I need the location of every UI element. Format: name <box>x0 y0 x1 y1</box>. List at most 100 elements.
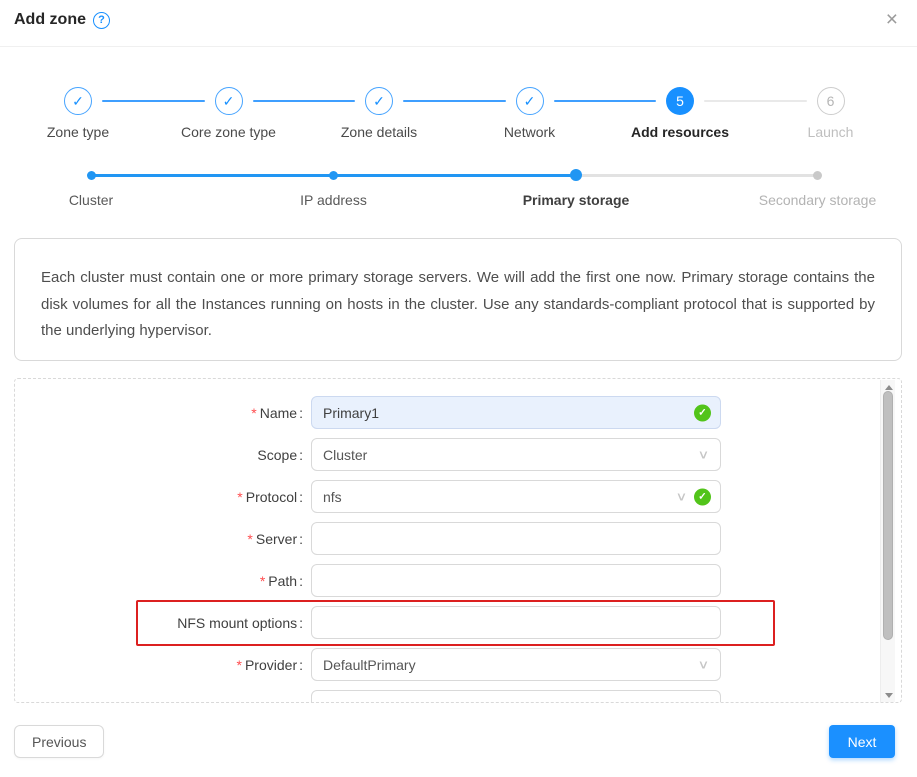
substep-dot-ip-address <box>329 171 338 180</box>
wizard-step-add-resources: 5 Add resources <box>600 87 760 140</box>
label-colon: : <box>299 615 303 631</box>
wizard-step-zone-type: ✓ Zone type <box>0 87 158 140</box>
field-label-text: NFS mount options <box>177 615 297 631</box>
input-nfs-mount-options[interactable] <box>311 606 721 639</box>
step-number: 5 <box>666 87 694 115</box>
step-label: Zone type <box>0 124 158 140</box>
field-label: NFS mount options: <box>15 615 303 631</box>
field-label-text: Server <box>256 531 297 547</box>
next-button[interactable]: Next <box>829 725 895 758</box>
input-storage-tags[interactable] <box>311 690 721 703</box>
form-row-name: *Name: ✓ <box>15 396 901 429</box>
step-check-icon: ✓ <box>215 87 243 115</box>
label-colon: : <box>299 573 303 589</box>
step-check-icon: ✓ <box>64 87 92 115</box>
form-row-scope: Scope: Cluster ∨ <box>15 438 901 471</box>
select-value: Cluster <box>312 447 367 463</box>
field-label: Storage tags: <box>15 699 303 704</box>
select-protocol[interactable]: nfs ∨ ✓ <box>311 480 721 513</box>
field-label: *Path: <box>15 573 303 589</box>
form-row-provider: *Provider: DefaultPrimary ∨ <box>15 648 901 681</box>
step-label: Add resources <box>600 124 760 140</box>
form-row-nfs-mount-options: NFS mount options: <box>15 606 901 639</box>
close-icon[interactable]: × <box>886 9 898 30</box>
substep-dot-secondary-storage <box>813 171 822 180</box>
substep-label: Primary storage <box>486 192 666 208</box>
substep-dot-primary-storage <box>570 169 582 181</box>
wizard-step-core-zone-type: ✓ Core zone type <box>149 87 309 140</box>
input-server[interactable] <box>311 522 721 555</box>
dialog-title: Add zone <box>14 11 86 29</box>
select-scope[interactable]: Cluster ∨ <box>311 438 721 471</box>
substep-connector <box>334 174 577 177</box>
step-label: Core zone type <box>149 124 309 140</box>
label-colon: : <box>299 405 303 421</box>
required-asterisk: * <box>237 489 242 505</box>
substep-label: IP address <box>244 192 424 208</box>
required-asterisk: * <box>260 573 265 589</box>
scrollbar-thumb[interactable] <box>883 391 893 640</box>
chevron-down-icon: ∨ <box>676 489 688 503</box>
text-input[interactable] <box>312 565 720 596</box>
form-row-storage-tags: Storage tags: <box>15 690 901 703</box>
field-label: *Protocol: <box>15 489 303 505</box>
form-scrollbar[interactable] <box>880 380 895 702</box>
resources-sub-stepper: ClusterIP addressPrimary storageSecondar… <box>0 168 917 216</box>
valid-check-icon: ✓ <box>694 488 711 505</box>
previous-button[interactable]: Previous <box>14 725 104 758</box>
form-row-protocol: *Protocol: nfs ∨ ✓ <box>15 480 901 513</box>
field-label: *Provider: <box>15 657 303 673</box>
required-asterisk: * <box>251 405 256 421</box>
primary-storage-info-box: Each cluster must contain one or more pr… <box>14 238 902 361</box>
text-input[interactable] <box>312 607 720 638</box>
step-check-icon: ✓ <box>516 87 544 115</box>
substep-connector <box>576 174 818 177</box>
select-value: DefaultPrimary <box>312 657 416 673</box>
substep-connector <box>91 174 334 177</box>
field-label: *Name: <box>15 405 303 421</box>
chevron-down-icon: ∨ <box>698 447 710 461</box>
select-provider[interactable]: DefaultPrimary ∨ <box>311 648 721 681</box>
text-input[interactable] <box>312 397 720 428</box>
label-colon: : <box>299 447 303 463</box>
label-colon: : <box>299 489 303 505</box>
field-label: *Server: <box>15 531 303 547</box>
field-label-text: Name <box>260 405 297 421</box>
field-label: Scope: <box>15 447 303 463</box>
required-asterisk: * <box>237 657 242 673</box>
field-label-text: Scope <box>257 447 297 463</box>
required-asterisk: * <box>247 531 252 547</box>
dialog-header: Add zone ? × <box>0 0 917 47</box>
form-row-path: *Path: <box>15 564 901 597</box>
wizard-step-launch: 6 Launch <box>751 87 911 140</box>
substep-dot-cluster <box>87 171 96 180</box>
field-label-text: Storage tags <box>218 699 297 704</box>
field-label-text: Path <box>268 573 297 589</box>
wizard-stepper: ✓ Zone type ✓ Core zone type ✓ Zone details ✓ N… <box>0 87 917 149</box>
step-check-icon: ✓ <box>365 87 393 115</box>
select-value: nfs <box>312 489 342 505</box>
substep-label: Secondary storage <box>728 192 908 208</box>
form-row-server: *Server: <box>15 522 901 555</box>
wizard-step-zone-details: ✓ Zone details <box>299 87 459 140</box>
input-path[interactable] <box>311 564 721 597</box>
add-zone-dialog: Add zone ? × ✓ Zone type ✓ Core zone type ✓ Z… <box>0 0 917 777</box>
primary-storage-form: *Name:✓Scope:Cluster∨*Protocol:nfs∨✓*Ser… <box>14 378 902 703</box>
wizard-step-network: ✓ Network <box>450 87 610 140</box>
help-icon[interactable]: ? <box>93 12 110 29</box>
info-text: Each cluster must contain one or more pr… <box>41 269 875 339</box>
text-input[interactable] <box>312 691 720 703</box>
field-label-text: Provider <box>245 657 297 673</box>
step-number: 6 <box>817 87 845 115</box>
chevron-down-icon: ∨ <box>698 657 710 671</box>
field-label-text: Protocol <box>246 489 297 505</box>
text-input[interactable] <box>312 523 720 554</box>
label-colon: : <box>299 531 303 547</box>
step-label: Zone details <box>299 124 459 140</box>
scrollbar-down-arrow-icon[interactable] <box>881 688 896 702</box>
label-colon: : <box>299 657 303 673</box>
step-label: Launch <box>751 124 911 140</box>
input-name[interactable]: ✓ <box>311 396 721 429</box>
label-colon: : <box>299 699 303 704</box>
step-label: Network <box>450 124 610 140</box>
